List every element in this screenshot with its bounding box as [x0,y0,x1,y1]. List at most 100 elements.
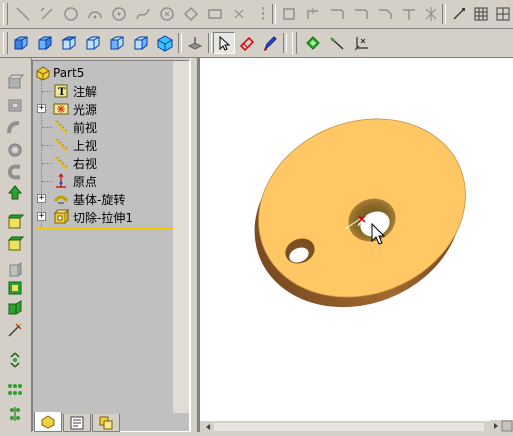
features-toolbar [0,58,32,432]
extruded-boss-icon[interactable] [4,72,26,92]
centerpoint-arc-icon[interactable] [108,3,130,25]
draft-icon[interactable] [4,278,26,298]
tree-item-label: 切除-拉伸1 [73,210,133,225]
revolved-cut-icon[interactable] [4,183,26,203]
manager-tabs [32,412,190,432]
tree-item-right-plane[interactable]: 右视 [33,154,173,172]
tree-item-base-revolve[interactable]: + 基体-旋转 [33,190,173,208]
construction-icon[interactable] [448,3,470,25]
polygon-icon[interactable] [156,3,178,25]
feature-manager-tree: Part5 T 注解 + 光源 前视 上视 右视 原点 + 基体-旋转 + 切除… [32,60,190,432]
extruded-cut-icon[interactable] [4,162,26,182]
plane-icon [53,119,69,135]
coordinate-icon[interactable] [350,32,372,54]
tree-item-label: 基体-旋转 [73,192,126,207]
fillet-icon[interactable] [4,212,26,232]
hole-icon[interactable] [4,320,26,340]
tree-guide-line [42,91,52,92]
propertymanager-tab[interactable] [63,414,91,432]
arc-icon[interactable] [84,3,106,25]
mirror-feature-icon[interactable] [4,404,26,424]
toolbar-separator [208,33,212,53]
circular-pattern-icon[interactable] [4,380,26,400]
toolbar-separator [283,33,287,53]
toolbar-separator [442,4,446,24]
plane-icon [53,137,69,153]
rectangle-sketch-icon[interactable] [204,3,226,25]
sketch-icon[interactable] [259,32,281,54]
chamfer-sketch-icon[interactable] [374,3,396,25]
tree-item-annotations[interactable]: T 注解 [33,82,173,100]
tree-item-label: 前视 [73,120,98,135]
mirror-icon[interactable] [398,3,420,25]
tree-item-label: 上视 [73,138,98,153]
centerline-icon[interactable] [252,3,274,25]
graphics-viewport[interactable] [198,58,513,432]
configurationmanager-tab[interactable] [92,414,120,432]
fillet-sketch-icon[interactable] [350,3,372,25]
extend-icon[interactable] [326,3,348,25]
shell-icon[interactable] [4,260,26,280]
tree-root-part[interactable]: Part5 [33,64,173,82]
revolve-feature-icon [53,191,69,207]
lighting-icon [53,101,69,117]
offset-icon[interactable] [278,3,300,25]
expand-icon[interactable]: + [37,212,46,221]
tree-item-origin[interactable]: 原点 [33,172,173,190]
spline-icon[interactable] [132,3,154,25]
diamond-icon[interactable] [180,3,202,25]
view-isometric-icon[interactable] [154,32,176,54]
normal-to-icon[interactable] [184,32,206,54]
view-front-icon[interactable] [10,32,32,54]
featuremanager-tab[interactable] [34,412,62,432]
sketch-toolbar [0,0,513,29]
expand-icon[interactable]: + [37,104,46,113]
rib-icon[interactable] [4,298,26,318]
annotations-icon: T [53,83,69,99]
tree-item-cut-extrude[interactable]: + 切除-拉伸1 [33,208,173,226]
view-top-icon[interactable] [106,32,128,54]
view-back-icon[interactable] [34,32,56,54]
swept-boss-icon[interactable] [4,118,26,138]
panel-splitter[interactable] [190,58,198,432]
viewport-scroll-arrow[interactable] [490,420,513,432]
line-icon[interactable] [12,3,34,25]
view-bottom-icon[interactable] [130,32,152,54]
relations-icon[interactable] [492,3,513,25]
select-icon[interactable] [213,32,235,54]
tree-item-label: 光源 [73,102,98,117]
tree-item-lighting[interactable]: + 光源 [33,100,173,118]
revolved-boss-icon[interactable] [4,95,26,115]
chamfer-icon[interactable] [4,234,26,254]
toolbar-grip[interactable] [3,3,8,25]
view-right-icon[interactable] [82,32,104,54]
linear-pattern-icon[interactable] [4,350,26,370]
dimension-icon[interactable] [420,3,442,25]
smart-dimension-icon[interactable] [236,32,258,54]
circle-icon[interactable] [60,3,82,25]
expand-icon[interactable]: + [37,194,46,203]
toolbar-grip[interactable] [3,32,8,54]
tree-item-front-plane[interactable]: 前视 [33,118,173,136]
part-model[interactable] [200,58,513,432]
view-left-icon[interactable] [58,32,80,54]
grid-icon[interactable] [470,3,492,25]
rectangle-icon[interactable] [36,3,58,25]
tree-scrollbar[interactable] [173,61,189,413]
toolbar-grip[interactable] [292,32,297,54]
tree-item-label: 原点 [73,174,98,189]
centerline-tool-icon[interactable] [326,32,348,54]
point-icon[interactable] [228,3,250,25]
trim-icon[interactable] [302,3,324,25]
toolbar-separator [178,33,182,53]
plane-icon [53,155,69,171]
origin-icon [53,173,69,189]
lofted-boss-icon[interactable] [4,140,26,160]
viewport-scrollbar[interactable] [200,420,490,433]
view-toolbar [0,29,513,58]
tree-item-top-plane[interactable]: 上视 [33,136,173,154]
rollback-bar[interactable] [35,228,187,230]
add-relation-icon[interactable] [302,32,324,54]
svg-text:T: T [58,87,66,98]
tree-guide-line [42,145,52,146]
